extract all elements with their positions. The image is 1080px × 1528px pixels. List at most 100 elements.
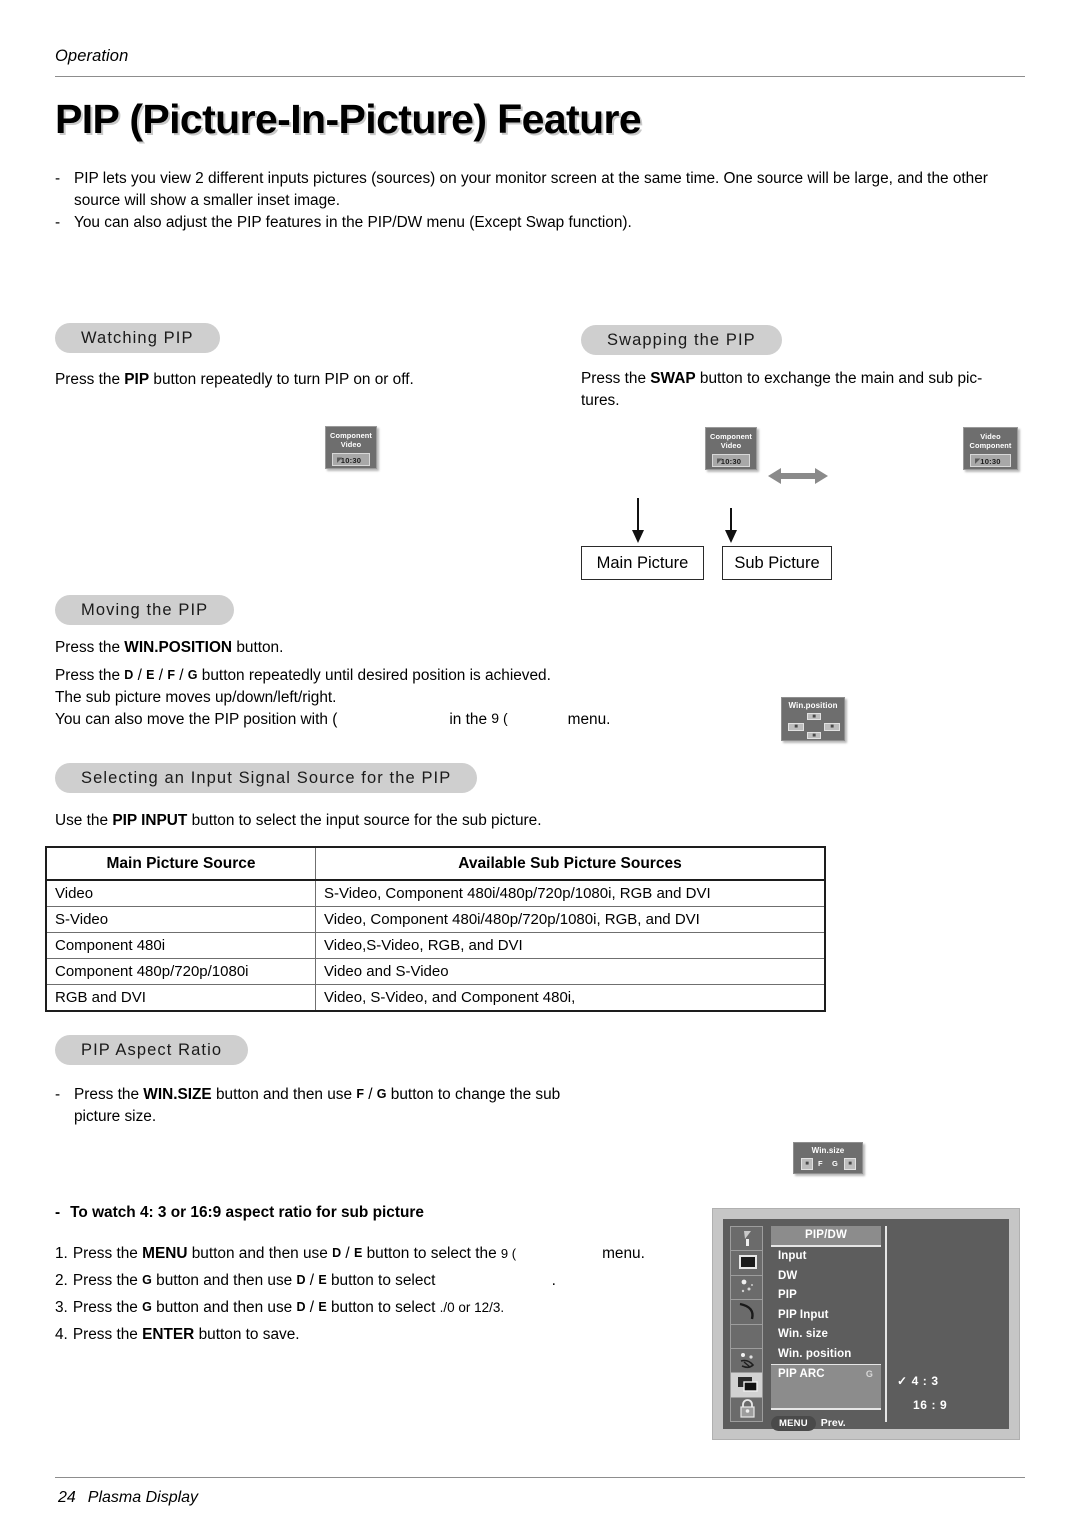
osd-item-win-size[interactable]: Win. size xyxy=(771,1325,881,1345)
step-3-post: button to select xyxy=(326,1299,440,1316)
table-cell-sub-sources: Video and S-Video xyxy=(315,958,826,985)
win-size-left-glyph: F xyxy=(818,1159,823,1168)
table-cell-sub-sources: Video, S-Video, and Component 480i, xyxy=(315,984,826,1012)
input-source-post: button to select the input source for th… xyxy=(187,812,542,829)
moving-line1-bold: WIN.POSITION xyxy=(124,639,233,656)
swapping-text-bold: SWAP xyxy=(650,370,696,387)
osd-sidebar-icon-pip-dw[interactable] xyxy=(731,1373,762,1398)
step-3-key-up: D xyxy=(296,1300,306,1314)
step-2-bold: G xyxy=(142,1273,152,1287)
moving-line1-pre: Press the xyxy=(55,639,125,656)
moving-line4-glyph1: ( xyxy=(332,711,338,728)
osd-menu-screenshot: PIP/DW Input DW PIP PIP Input Win. size … xyxy=(712,1208,1020,1440)
remote-win-size-label: Win.size xyxy=(811,1146,845,1155)
osd-item-dw[interactable]: DW xyxy=(771,1267,881,1287)
osd-sidebar-icon-timer[interactable] xyxy=(731,1300,762,1325)
tv-line-2: Video xyxy=(340,440,362,450)
aspect-key-left: F xyxy=(356,1087,364,1101)
tv-line-2: Component xyxy=(969,441,1012,451)
step-3-key-down: E xyxy=(318,1300,327,1314)
running-head: Operation xyxy=(55,47,129,65)
step-2-pre: Press the xyxy=(72,1272,143,1289)
table-row: RGB and DVI Video, S-Video, and Componen… xyxy=(45,984,826,1012)
osd-main-column: PIP/DW Input DW PIP PIP Input Win. size … xyxy=(771,1226,881,1431)
aspect-step-4: 4. Press the ENTER button to save. xyxy=(55,1321,705,1348)
step-2-tail: . xyxy=(551,1272,556,1289)
osd-item-pip[interactable]: PIP xyxy=(771,1286,881,1306)
bullet-dash: - xyxy=(55,170,61,187)
tv-line-1: Component xyxy=(710,432,752,441)
header-divider xyxy=(55,76,1025,77)
main-picture-arrow-icon xyxy=(630,498,646,549)
section-heading-pip-aspect-ratio: PIP Aspect Ratio xyxy=(55,1035,249,1065)
step-2-mid: button and then use xyxy=(151,1272,297,1289)
intro-bullet-2: - You can also adjust the PIP features i… xyxy=(55,212,1030,234)
aspect-ratio-body: - Press the WIN.SIZE button and then use… xyxy=(55,1084,675,1127)
table-row: S-Video Video, Component 480i/480p/720p/… xyxy=(45,906,826,933)
section-heading-watching-pip: Watching PIP xyxy=(55,323,220,353)
moving-line4-glyph2: 9 ( xyxy=(491,710,508,726)
tv-inset-window: ◤ 10:30 xyxy=(712,453,750,467)
step-1-key-up: D xyxy=(332,1246,342,1260)
step-1-number: 1. xyxy=(55,1245,68,1262)
table-cell-sub-sources: Video, Component 480i/480p/720p/1080i, R… xyxy=(315,906,826,933)
aspect-line1-pre: Press the xyxy=(74,1086,144,1103)
check-icon: ✓ xyxy=(897,1374,908,1388)
win-position-down-key: ■ xyxy=(807,732,821,739)
watch-aspect-heading: - To watch 4: 3 or 16:9 aspect ratio for … xyxy=(55,1202,695,1224)
table-header-sub-sources: Available Sub Picture Sources xyxy=(315,846,826,881)
section-heading-moving-pip: Moving the PIP xyxy=(55,595,235,625)
step-4-number: 4. xyxy=(55,1326,68,1343)
step-1-bold: MENU xyxy=(142,1245,188,1262)
win-size-right-glyph: G xyxy=(832,1159,838,1168)
osd-item-win-position[interactable]: Win. position xyxy=(771,1345,881,1365)
osd-menu-button[interactable]: MENU xyxy=(771,1415,816,1431)
osd-sidebar-icon-picture[interactable] xyxy=(731,1251,762,1276)
product-name: Plasma Display xyxy=(87,1489,199,1506)
osd-sidebar-icon-lock[interactable] xyxy=(731,1398,762,1421)
table-cell-main-source: Component 480i xyxy=(45,932,316,959)
moving-key-right: G xyxy=(187,668,198,682)
bullet-dash: - xyxy=(55,214,61,231)
tv-line-2: Video xyxy=(720,441,742,451)
osd-sidebar-icon-brightness[interactable] xyxy=(731,1227,762,1252)
swap-double-arrow-icon xyxy=(768,466,828,491)
osd-screen: PIP/DW Input DW PIP PIP Input Win. size … xyxy=(723,1219,1009,1431)
osd-options-panel: ✓ 4 : 3 16 : 9 xyxy=(885,1226,1002,1422)
osd-sidebar-icon-blank[interactable] xyxy=(731,1325,762,1349)
osd-option-16-9-label: 16 : 9 xyxy=(913,1398,948,1412)
tv-source-lines: Component Video xyxy=(330,431,372,450)
tv-graphic-watching: Component Video ◤ 10:30 xyxy=(325,426,377,469)
moving-key-up: D xyxy=(124,668,134,682)
step-2-post: button to select xyxy=(326,1272,440,1289)
intro-bullet-1: - PIP lets you view 2 different inputs p… xyxy=(55,168,1030,211)
osd-sidebar-icon-special[interactable] xyxy=(731,1349,762,1374)
section-heading-swapping-pip: Swapping the PIP xyxy=(581,325,782,355)
aspect-bullet: - Press the WIN.SIZE button and then use… xyxy=(55,1084,675,1127)
osd-item-pip-arc[interactable]: PIP ARC G xyxy=(771,1364,881,1385)
step-3-glyph: ./0 xyxy=(439,1300,455,1315)
osd-prev-label: Prev. xyxy=(820,1416,846,1429)
osd-sidebar-icon-sound[interactable] xyxy=(731,1276,762,1301)
win-size-left-key: ■ xyxy=(801,1158,813,1170)
osd-option-16-9[interactable]: 16 : 9 xyxy=(913,1398,947,1412)
table-row: Component 480i Video,S-Video, RGB, and D… xyxy=(45,932,826,959)
moving-line2-pre: Press the xyxy=(55,667,125,684)
step-3-tail: or 12/3. xyxy=(454,1300,505,1315)
aspect-steps-list: 1. Press the MENU button and then use D /… xyxy=(55,1240,705,1348)
bullet-dash: - xyxy=(55,1086,61,1103)
moving-key-left: F xyxy=(167,668,175,682)
tv-inset-clock: 10:30 xyxy=(340,455,362,465)
tv-inset-window: ◤ 10:30 xyxy=(332,452,370,466)
osd-option-4-3[interactable]: ✓ 4 : 3 xyxy=(897,1374,939,1388)
table-cell-main-source: Video xyxy=(45,879,316,907)
step-4-post: button to save. xyxy=(194,1326,300,1343)
osd-sidebar xyxy=(730,1226,763,1422)
osd-item-input[interactable]: Input xyxy=(771,1247,881,1267)
step-3-pre: Press the xyxy=(72,1299,143,1316)
bullet-dash: - xyxy=(55,1204,61,1221)
osd-item-pip-input[interactable]: PIP Input xyxy=(771,1306,881,1326)
watching-text-pre: Press the xyxy=(55,371,125,388)
tv-source-lines: Component Video xyxy=(710,432,752,451)
aspect-line1-mid: button and then use xyxy=(211,1086,357,1103)
